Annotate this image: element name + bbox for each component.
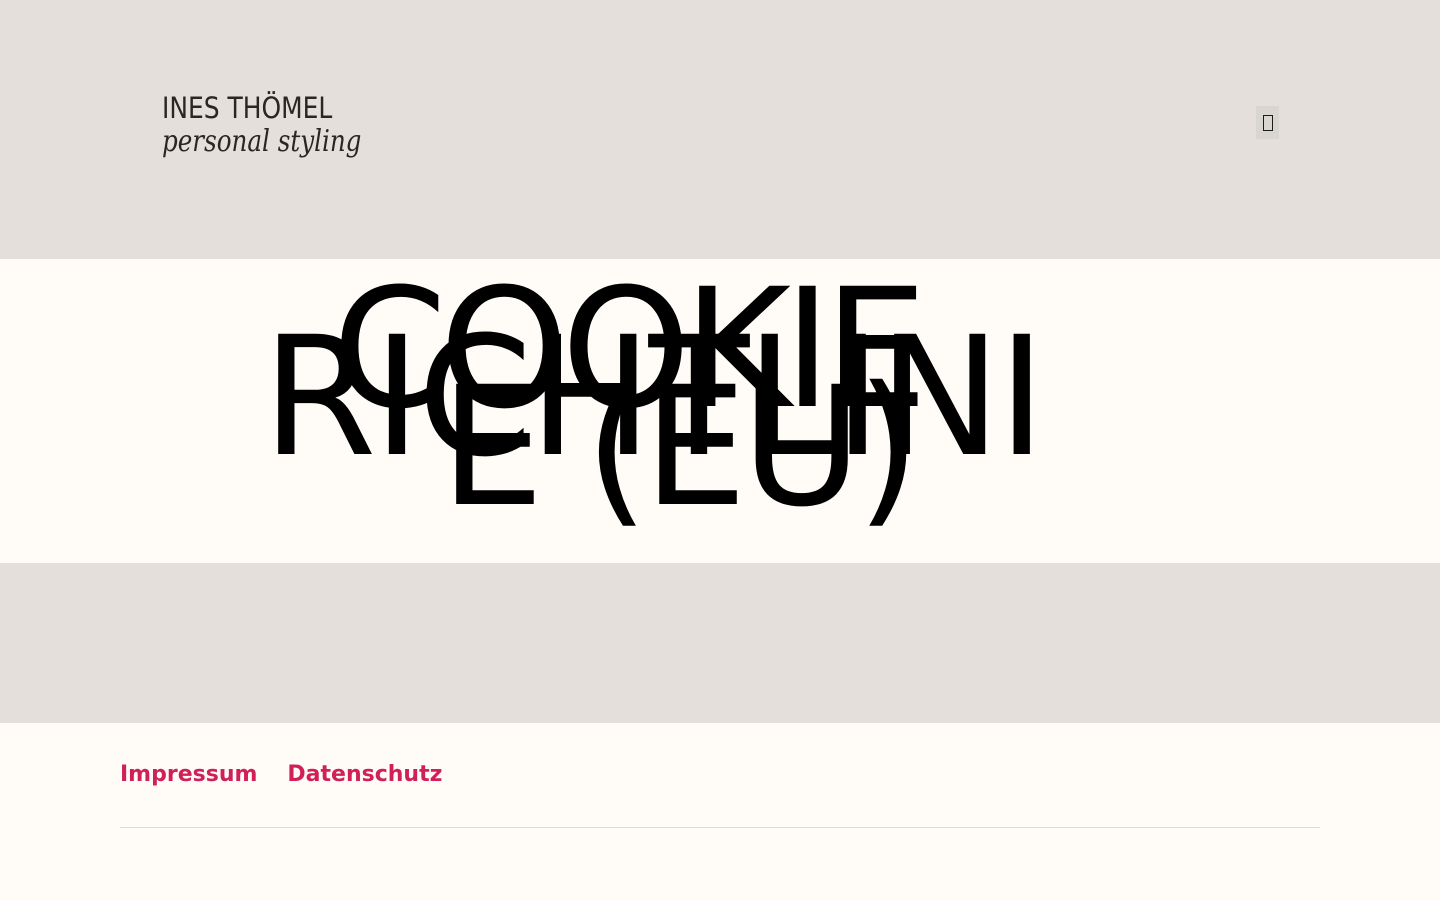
- footer-divider: [120, 827, 1320, 828]
- page-title: COOKIE RICHTLINI E (EU): [0, 259, 1440, 563]
- menu-icon: [1262, 114, 1273, 131]
- content-area: [0, 563, 1440, 723]
- menu-button[interactable]: [1256, 106, 1279, 139]
- site-footer: Impressum Datenschutz: [0, 723, 1440, 900]
- site-logo[interactable]: INES THÖMEL personal styling: [162, 92, 362, 172]
- footer-nav: Impressum Datenschutz: [120, 761, 442, 789]
- footer-link-datenschutz[interactable]: Datenschutz: [287, 761, 442, 789]
- footer-link-impressum[interactable]: Impressum: [120, 761, 257, 789]
- page-title-line: E (EU): [440, 351, 920, 543]
- site-header: INES THÖMEL personal styling: [0, 0, 1440, 259]
- logo-tagline: personal styling: [162, 124, 362, 159]
- page-hero: COOKIE RICHTLINI E (EU): [0, 259, 1440, 563]
